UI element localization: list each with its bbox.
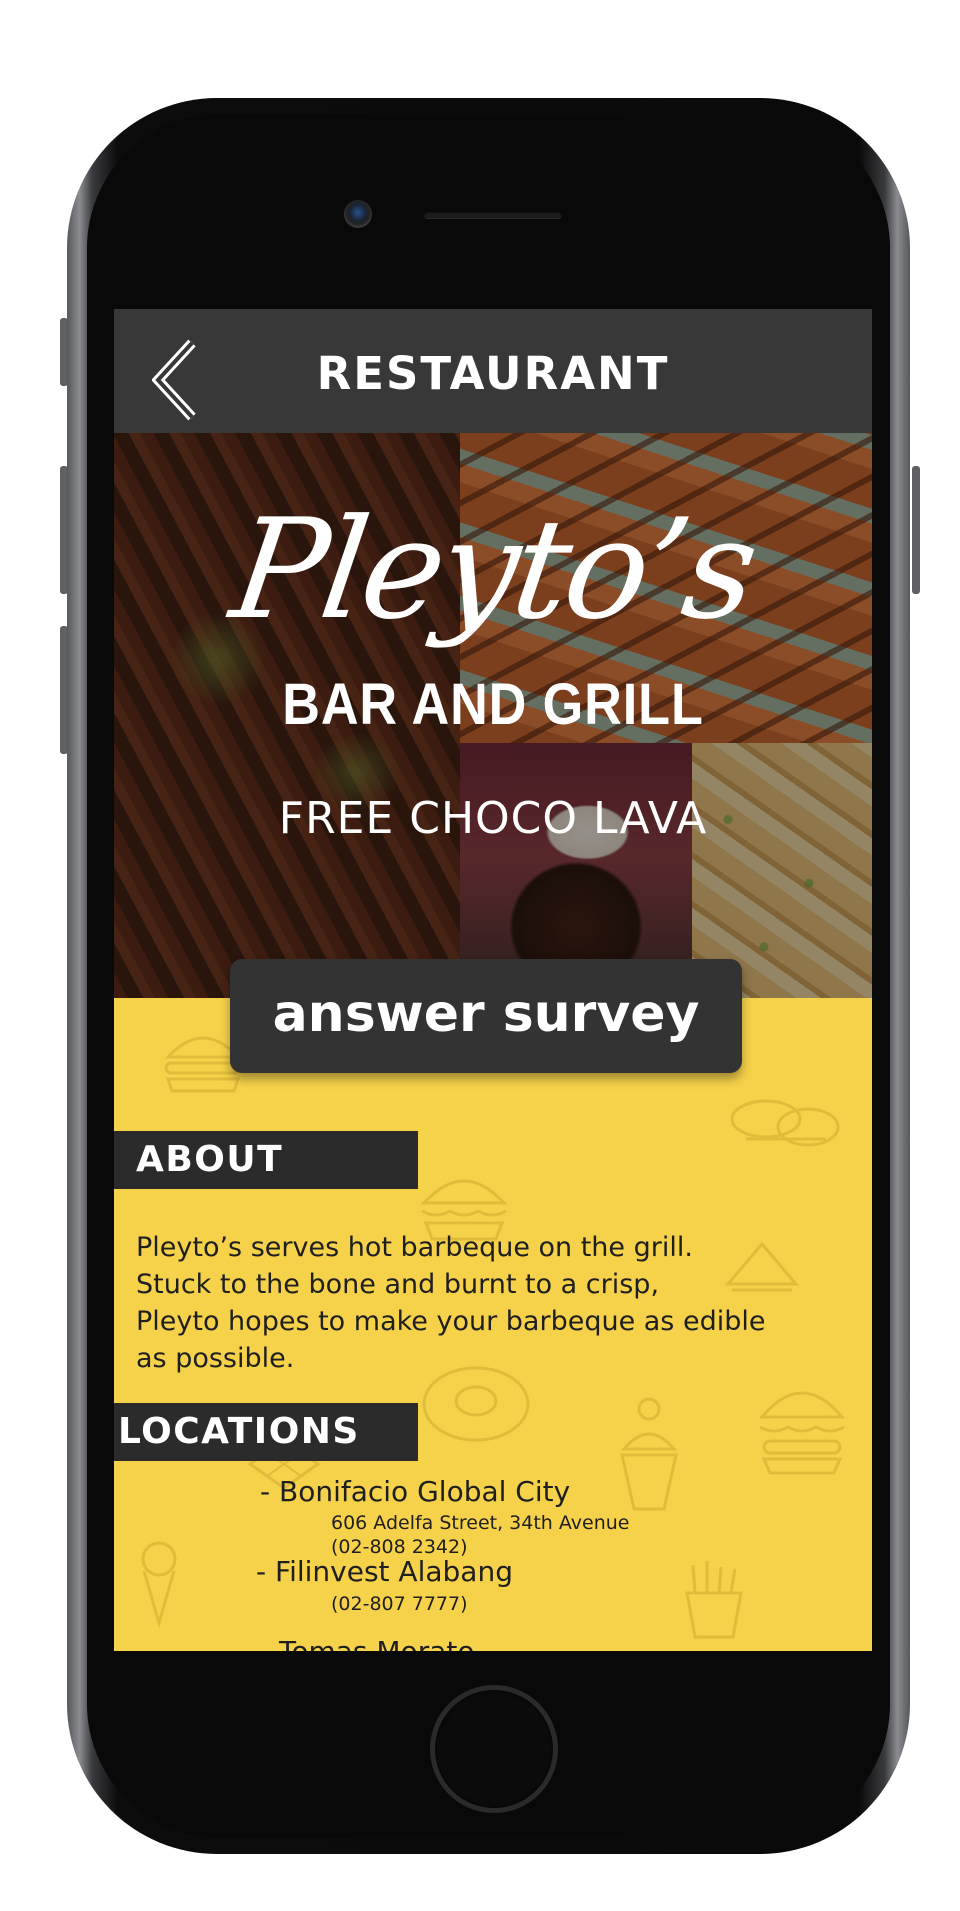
about-line: Pleyto’s serves hot barbeque on the gril… [136,1232,693,1263]
app-screen: RESTAURANT Pleyto’s BAR AND GRILL FREE C… [114,309,872,1651]
front-camera [344,200,372,228]
about-line: Pleyto hopes to make your barbeque as ed… [136,1306,766,1337]
fries-doodle-icon [685,1561,743,1639]
app-header: RESTAURANT [114,309,872,433]
location-name-alabang[interactable]: - Filinvest Alabang [256,1555,513,1588]
promo-text: FREE CHOCO LAVA [278,793,708,844]
about-line: Stuck to the bone and burnt to a crisp, [136,1269,660,1300]
brand-logo-script: Pleyto’s [222,489,764,650]
page-title: RESTAURANT [316,347,670,400]
about-heading: ABOUT [114,1131,418,1189]
ice-cream-doodle-icon [141,1541,177,1629]
location-address-bgc: 606 Adelfa Street, 34th Avenue [331,1512,630,1534]
location-name-bgc[interactable]: - Bonifacio Global City [260,1475,570,1508]
about-description: Pleyto’s serves hot barbeque on the gril… [136,1229,856,1377]
locations-heading: LOCATIONS [114,1403,418,1461]
answer-survey-button[interactable]: answer survey [230,959,742,1073]
earpiece-speaker [424,211,562,218]
power-button [912,466,920,594]
location-phone-alabang[interactable]: (02-807 7777) [331,1593,468,1615]
sundae-doodle-icon [620,1397,678,1511]
about-line: as possible. [136,1343,295,1374]
brand-logo-subtitle: BAR AND GRILL [282,672,704,737]
sushi-doodle-icon [730,1099,840,1147]
hero-banner: Pleyto’s BAR AND GRILL FREE CHOCO LAVA [114,433,872,998]
home-button[interactable] [430,1685,558,1813]
location-name-tomas-morato[interactable]: - Tomas Morato [260,1635,474,1651]
burger-doodle-icon-3 [758,1391,846,1475]
